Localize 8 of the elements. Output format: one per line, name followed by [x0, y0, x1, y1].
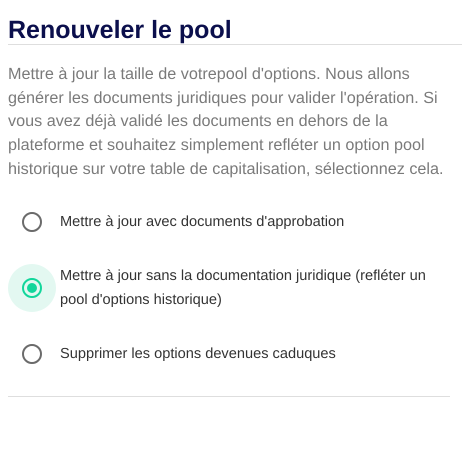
dialog-title: Renouveler le pool	[8, 15, 233, 44]
description-text: Mettre à jour la taille de votrepool d'options. Nous allons générer les documents juridiques pour valider l'opération. Si vous avez déjà validé les documents en dehors de la plateforme et souhaitez simplement refléter un option pool historique sur votre table de capitalisation, sélectionnez cela.	[8, 64, 445, 180]
option-label[interactable]: Mettre à jour avec documents d'approbation	[60, 210, 344, 234]
radio-button[interactable]	[22, 212, 42, 232]
radio-button[interactable]	[22, 344, 42, 364]
radio-button[interactable]	[22, 278, 42, 298]
option-label[interactable]: Supprimer les options devenues caduques	[60, 342, 336, 366]
option-label[interactable]: Mettre à jour sans la documentation juridique (refléter un pool d'options historique)	[60, 264, 440, 312]
